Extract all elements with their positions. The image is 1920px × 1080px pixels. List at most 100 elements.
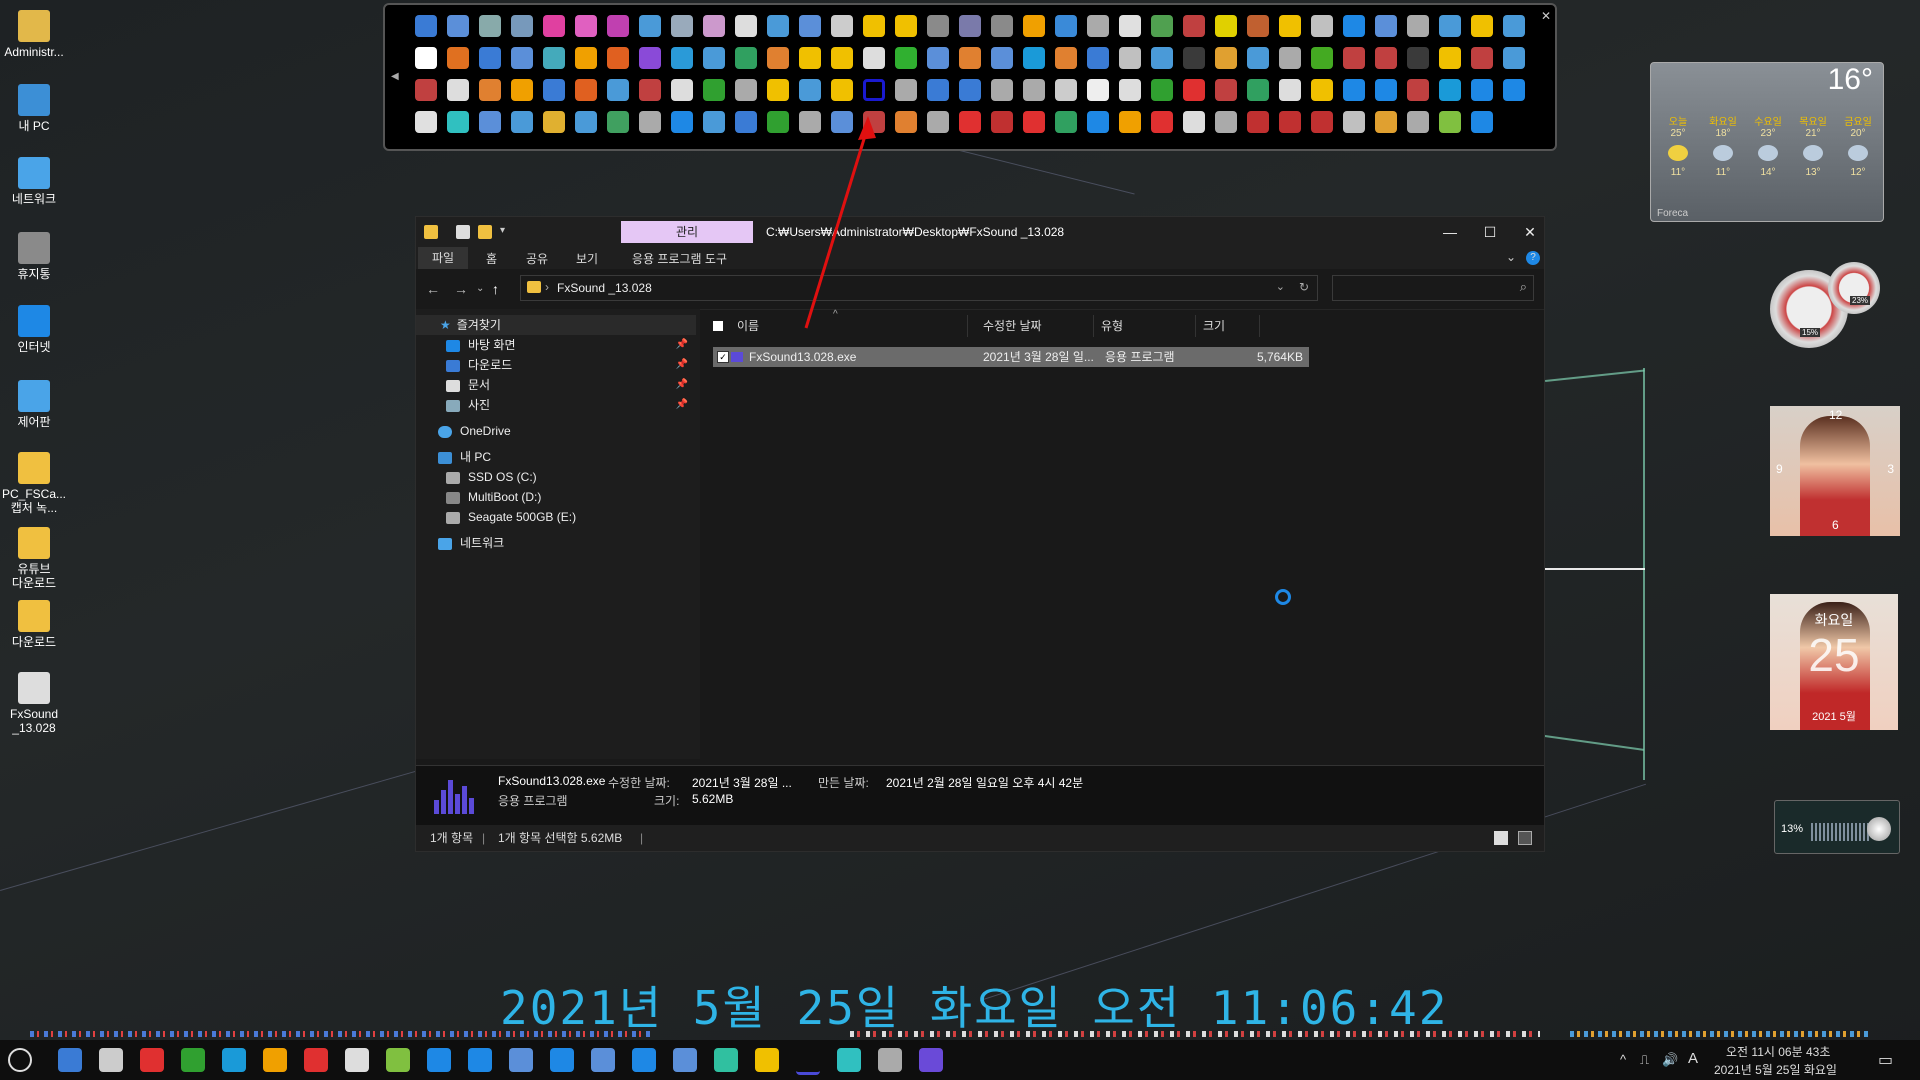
app-launcher-icon[interactable] — [991, 15, 1013, 37]
app-launcher-icon[interactable] — [1183, 47, 1205, 69]
app-launcher-icon[interactable] — [575, 79, 597, 101]
app-launcher-icon[interactable] — [1215, 47, 1237, 69]
app-launcher-icon[interactable] — [863, 111, 885, 133]
taskbar-app-icon[interactable] — [140, 1048, 164, 1072]
app-launcher-icon[interactable] — [1343, 47, 1365, 69]
app-launcher-icon[interactable] — [479, 111, 501, 133]
app-launcher-icon[interactable] — [1183, 79, 1205, 101]
taskbar-app-icon[interactable] — [427, 1048, 451, 1072]
app-launcher-icon[interactable] — [1023, 79, 1045, 101]
app-launcher-icon[interactable] — [1471, 79, 1493, 101]
app-launcher-icon[interactable] — [575, 47, 597, 69]
app-launcher-icon[interactable] — [447, 79, 469, 101]
app-launcher-icon[interactable] — [671, 111, 693, 133]
app-launcher-icon[interactable] — [1471, 111, 1493, 133]
taskbar-app-icon[interactable] — [591, 1048, 615, 1072]
nav-this-pc[interactable]: 내 PC — [438, 447, 491, 467]
app-launcher-icon[interactable] — [959, 111, 981, 133]
desktop-icon[interactable]: 휴지통 — [2, 232, 66, 281]
manage-tab[interactable]: 관리 — [621, 221, 753, 243]
desktop-icon[interactable]: 내 PC — [2, 84, 66, 133]
taskbar-app-icon[interactable] — [263, 1048, 287, 1072]
app-launcher-icon[interactable] — [607, 111, 629, 133]
taskbar-app-icon[interactable] — [632, 1048, 656, 1072]
app-launcher-icon[interactable] — [767, 15, 789, 37]
app-launcher-icon[interactable] — [575, 111, 597, 133]
cpu-meter-gadget[interactable]: 15% 23% — [1770, 262, 1880, 352]
app-launcher-icon[interactable] — [607, 47, 629, 69]
select-all-checkbox[interactable] — [713, 321, 723, 331]
app-launcher-icon[interactable] — [767, 79, 789, 101]
app-launcher-icon[interactable] — [1119, 79, 1141, 101]
app-launcher-icon[interactable] — [1407, 47, 1429, 69]
app-launcher-icon[interactable] — [991, 47, 1013, 69]
taskbar-app-icon[interactable] — [304, 1048, 328, 1072]
nav-item-documents[interactable]: 문서 📌 — [446, 375, 696, 395]
app-launcher-icon[interactable] — [1439, 111, 1461, 133]
app-launcher-icon[interactable] — [959, 47, 981, 69]
app-launcher-icon[interactable] — [1375, 15, 1397, 37]
app-launcher-icon[interactable] — [639, 47, 661, 69]
properties-icon[interactable] — [456, 225, 470, 239]
ime-indicator[interactable]: A — [1688, 1050, 1698, 1067]
app-launcher-icon[interactable] — [959, 15, 981, 37]
app-launcher-icon[interactable] — [1279, 111, 1301, 133]
maximize-button[interactable]: ☐ — [1470, 221, 1510, 243]
weather-gadget[interactable]: 16° 오늘 25° 11° 화요일 18° 11° 수요일 23° 14° 목요일 21° 13° 금… — [1650, 62, 1884, 222]
taskbar-app-icon[interactable] — [919, 1048, 943, 1072]
app-launcher-icon[interactable] — [671, 15, 693, 37]
app-launcher-icon[interactable] — [1247, 111, 1269, 133]
taskbar-app-icon[interactable] — [837, 1048, 861, 1072]
app-launcher-icon[interactable] — [927, 79, 949, 101]
search-input[interactable]: ⌕ — [1332, 275, 1534, 301]
app-launcher-icon[interactable] — [767, 111, 789, 133]
app-launcher-icon[interactable] — [639, 79, 661, 101]
app-launcher-icon[interactable] — [1375, 111, 1397, 133]
nav-drive-e[interactable]: Seagate 500GB (E:) — [446, 507, 576, 527]
app-launcher-icon[interactable] — [1151, 79, 1173, 101]
app-launcher-icon[interactable] — [1087, 47, 1109, 69]
app-launcher-icon[interactable] — [1215, 15, 1237, 37]
app-launcher-icon[interactable] — [1407, 79, 1429, 101]
app-launcher-icon[interactable] — [863, 47, 885, 69]
app-launcher-icon[interactable] — [1407, 15, 1429, 37]
app-launcher-icon[interactable] — [671, 47, 693, 69]
tab-home[interactable]: 홈 — [486, 250, 497, 267]
app-launcher-icon[interactable] — [895, 79, 917, 101]
app-launcher-icon[interactable] — [1055, 47, 1077, 69]
app-launcher-icon[interactable] — [1407, 111, 1429, 133]
app-launcher-icon[interactable] — [895, 111, 917, 133]
app-launcher-icon[interactable] — [1119, 15, 1141, 37]
app-launcher-icon[interactable] — [1279, 15, 1301, 37]
details-view-icon[interactable] — [1494, 831, 1508, 845]
taskbar-app-icon[interactable] — [714, 1048, 738, 1072]
app-launcher-icon[interactable] — [575, 15, 597, 37]
taskbar-app-icon[interactable] — [468, 1048, 492, 1072]
column-header-name[interactable]: 이름 — [737, 315, 968, 337]
row-checkbox[interactable]: ✓ — [717, 351, 729, 363]
app-launcher-icon[interactable] — [927, 47, 949, 69]
app-launcher-icon[interactable] — [1023, 47, 1045, 69]
app-launcher-icon[interactable] — [735, 79, 757, 101]
app-launcher-icon[interactable] — [1439, 15, 1461, 37]
column-header-type[interactable]: 유형 — [1095, 315, 1196, 337]
app-launcher-icon[interactable] — [831, 47, 853, 69]
app-launcher-icon[interactable] — [639, 111, 661, 133]
nav-item-pictures[interactable]: 사진 📌 — [446, 395, 696, 415]
app-launcher-icon[interactable] — [543, 79, 565, 101]
chevron-down-icon[interactable]: ▾ — [500, 225, 514, 239]
taskbar-app-icon[interactable] — [673, 1048, 697, 1072]
app-launcher-icon[interactable] — [479, 47, 501, 69]
taskbar-app-icon[interactable] — [345, 1048, 369, 1072]
scroll-left-icon[interactable]: ◀ — [391, 71, 399, 82]
address-bar[interactable]: › FxSound _13.028 ⌄ ↻ — [520, 275, 1318, 301]
taskbar-app-icon[interactable] — [550, 1048, 574, 1072]
column-header-modified[interactable]: 수정한 날짜 — [977, 315, 1094, 337]
tab-view[interactable]: 보기 — [576, 250, 598, 267]
taskbar-app-icon[interactable] — [181, 1048, 205, 1072]
app-launcher-icon[interactable] — [511, 47, 533, 69]
nav-item-desktop[interactable]: 바탕 화면 📌 — [446, 335, 696, 355]
app-launcher-icon[interactable] — [543, 47, 565, 69]
app-launcher-icon[interactable] — [447, 111, 469, 133]
app-launcher-icon[interactable] — [479, 15, 501, 37]
